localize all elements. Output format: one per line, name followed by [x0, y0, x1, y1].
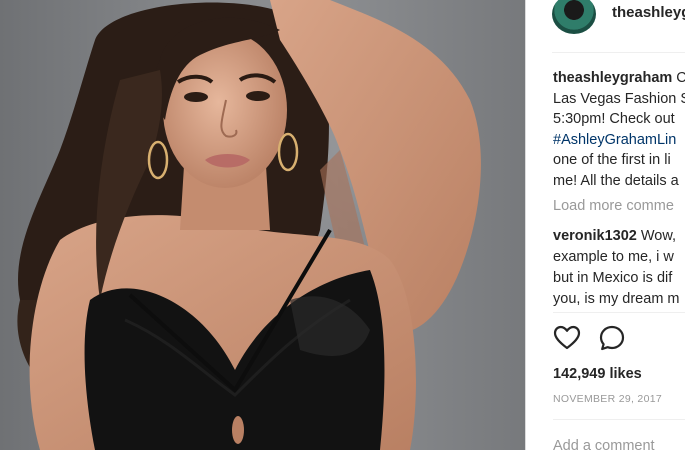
heart-outline-icon	[553, 325, 581, 350]
post-detail-panel: theashleygraham theashleygraham C Las Ve…	[526, 0, 685, 450]
like-button[interactable]	[553, 324, 583, 354]
post-caption: theashleygraham C Las Vegas Fashion S 5:…	[553, 68, 685, 191]
avatar[interactable]	[552, 0, 596, 34]
post-header: theashleygraham	[526, 0, 685, 52]
comment-line: but in Mexico is dif	[553, 270, 673, 286]
post-date: NOVEMBER 29, 2017	[553, 393, 662, 405]
comment-button[interactable]	[598, 324, 628, 354]
caption-line: one of the first in li	[553, 152, 671, 168]
comment-line: example to me, i w	[553, 249, 674, 265]
post-photo[interactable]	[0, 0, 526, 450]
comment-text: Wow,	[636, 228, 677, 244]
actions-divider	[553, 312, 685, 313]
header-username[interactable]: theashleygraham	[612, 4, 685, 21]
likes-count[interactable]: 142,949 likes	[553, 366, 642, 382]
comment-item: veronik1302 Wow, example to me, i w but …	[553, 226, 680, 310]
comment-box-divider	[553, 419, 685, 420]
comment-line: veronik1302 Wow,	[553, 226, 680, 247]
caption-line: 5:30pm! Check out	[553, 111, 675, 127]
comment-username[interactable]: veronik1302	[553, 228, 637, 244]
hashtag-link[interactable]: #AshleyGrahamLin	[553, 132, 676, 148]
caption-line: theashleygraham C	[553, 68, 685, 89]
caption-username[interactable]: theashleygraham	[553, 70, 672, 86]
speech-bubble-icon	[599, 325, 625, 351]
caption-line: me! All the details a	[553, 172, 679, 189]
caption-text: C	[676, 70, 685, 86]
add-comment-input[interactable]	[553, 435, 685, 450]
post-photo-illustration	[17, 0, 481, 450]
comment-line: you, is my dream m	[553, 291, 680, 307]
caption-line: #AshleyGrahamLin	[553, 130, 685, 151]
caption-line: Las Vegas Fashion S	[553, 90, 685, 107]
header-divider	[552, 52, 685, 53]
load-more-comments-link[interactable]: Load more comme	[553, 198, 674, 214]
